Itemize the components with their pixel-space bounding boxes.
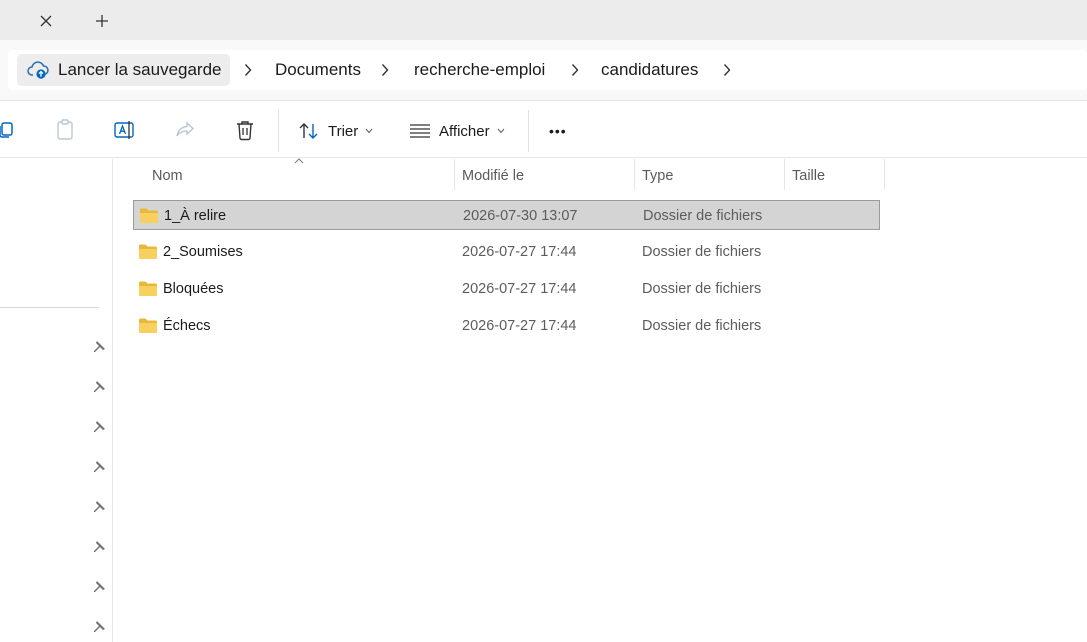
folder-icon <box>139 318 157 333</box>
plus-icon <box>96 15 108 27</box>
pin-icon[interactable] <box>91 339 107 355</box>
view-label: Afficher <box>439 122 490 140</box>
row-modified: 2026-07-27 17:44 <box>462 318 577 334</box>
paste-button[interactable] <box>53 118 77 142</box>
table-row[interactable]: Échecs 2026-07-27 17:44 Dossier de fichi… <box>133 311 880 341</box>
sort-label: Trier <box>328 122 359 140</box>
breadcrumb-chevron-icon[interactable] <box>378 62 392 78</box>
backup-button[interactable]: Lancer la sauvegarde <box>17 54 230 86</box>
row-type: Dossier de fichiers <box>642 281 762 297</box>
nav-divider <box>0 307 99 308</box>
pin-icon[interactable] <box>91 419 107 435</box>
toolbar-separator <box>528 110 529 152</box>
folder-icon <box>140 208 158 223</box>
breadcrumb-chevron-icon[interactable] <box>241 62 255 78</box>
pin-icon[interactable] <box>91 379 107 395</box>
row-name: Bloquées <box>163 281 224 297</box>
share-button[interactable] <box>173 118 197 142</box>
more-options-button[interactable]: ••• <box>549 118 567 144</box>
chevron-down-icon <box>364 126 374 136</box>
share-icon <box>176 121 195 137</box>
pin-icon[interactable] <box>91 619 107 635</box>
row-name: 2_Soumises <box>163 244 243 260</box>
table-row[interactable]: 2_Soumises 2026-07-27 17:44 Dossier de f… <box>133 237 880 267</box>
new-tab-button[interactable] <box>90 9 114 33</box>
navigation-pane <box>0 159 113 642</box>
view-button[interactable]: Afficher <box>409 118 506 144</box>
table-row[interactable]: 1_À relire 2026-07-30 13:07 Dossier de f… <box>133 200 880 230</box>
close-tab-button[interactable] <box>34 9 58 33</box>
pin-icon[interactable] <box>91 539 107 555</box>
breadcrumb-documents[interactable]: Documents <box>275 58 361 82</box>
row-type: Dossier de fichiers <box>642 244 762 260</box>
column-header-size[interactable]: Taille <box>784 163 884 189</box>
row-name: Échecs <box>163 318 211 334</box>
cloud-backup-icon <box>26 58 50 82</box>
toolbar-separator <box>278 110 279 152</box>
delete-button[interactable] <box>233 118 257 142</box>
row-modified: 2026-07-27 17:44 <box>462 281 577 297</box>
pin-icon[interactable] <box>91 459 107 475</box>
trash-icon <box>237 121 253 141</box>
copy-button[interactable] <box>0 118 18 142</box>
row-type: Dossier de fichiers <box>642 318 762 334</box>
row-name: 1_À relire <box>164 208 227 224</box>
breadcrumb-recherche-emploi[interactable]: recherche-emploi <box>414 58 545 82</box>
breadcrumb-chevron-icon[interactable] <box>720 62 734 78</box>
folder-icon <box>139 244 157 259</box>
sort-icon <box>298 120 320 142</box>
column-header-modified[interactable]: Modifié le <box>454 163 634 189</box>
tab-bar <box>0 0 1087 40</box>
clipboard-icon <box>57 119 73 140</box>
folder-icon <box>139 281 157 296</box>
chevron-down-icon <box>496 126 506 136</box>
column-separator[interactable] <box>884 159 885 190</box>
copy-icon <box>0 122 13 138</box>
row-modified: 2026-07-30 13:07 <box>463 208 578 224</box>
column-header-type[interactable]: Type <box>634 163 784 189</box>
sort-button[interactable]: Trier <box>298 118 374 144</box>
more-icon: ••• <box>549 123 567 139</box>
column-header-name[interactable]: Nom <box>144 163 454 189</box>
list-view-icon <box>409 120 431 142</box>
row-type: Dossier de fichiers <box>643 208 763 224</box>
pin-icon[interactable] <box>91 499 107 515</box>
rename-button[interactable] <box>113 118 137 142</box>
close-icon <box>40 15 52 27</box>
table-row[interactable]: Bloquées 2026-07-27 17:44 Dossier de fic… <box>133 274 880 304</box>
row-modified: 2026-07-27 17:44 <box>462 244 577 260</box>
backup-label: Lancer la sauvegarde <box>58 60 222 79</box>
breadcrumb-chevron-icon[interactable] <box>568 62 582 78</box>
command-bar <box>0 100 1087 158</box>
rename-icon <box>114 121 134 139</box>
pin-icon[interactable] <box>91 579 107 595</box>
breadcrumb-candidatures[interactable]: candidatures <box>601 58 698 82</box>
